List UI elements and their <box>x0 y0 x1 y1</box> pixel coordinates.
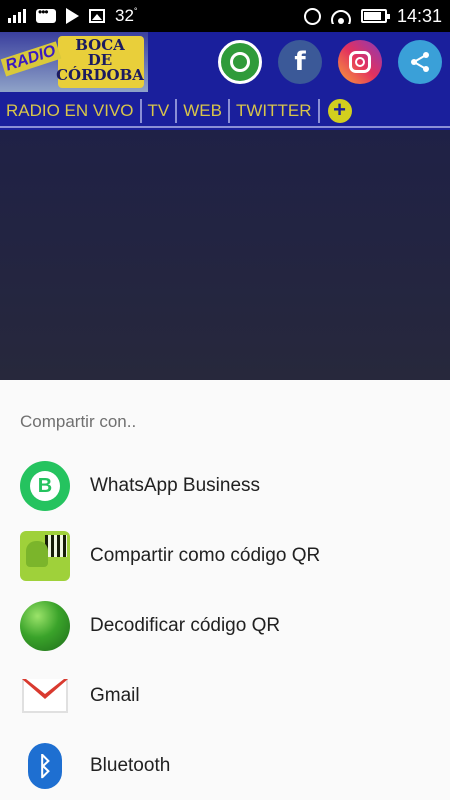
share-option-bluetooth[interactable]: ᛒ Bluetooth <box>0 731 450 800</box>
radio-logo[interactable]: RADIO BOCA DE CÓRDOBA <box>0 32 148 92</box>
share-option-whatsapp-business[interactable]: B WhatsApp Business <box>0 451 450 521</box>
nav-divider <box>0 126 450 128</box>
tab-radio-en-vivo[interactable]: RADIO EN VIVO <box>6 99 142 123</box>
tab-web[interactable]: WEB <box>177 99 230 123</box>
content-area <box>0 130 450 380</box>
signal-icon <box>8 9 26 23</box>
share-option-qr-share[interactable]: Compartir como código QR <box>0 521 450 591</box>
instagram-icon <box>349 51 371 73</box>
share-option-qr-decode[interactable]: Decodificar código QR <box>0 591 450 661</box>
whatsapp-business-icon: B <box>20 461 70 511</box>
share-icon <box>411 52 429 72</box>
share-button[interactable] <box>398 40 442 84</box>
share-option-label: Gmail <box>90 685 140 706</box>
more-tabs-button[interactable]: + <box>327 99 352 123</box>
whatsapp-icon <box>230 52 250 72</box>
instagram-button[interactable] <box>338 40 382 84</box>
temperature: 32° <box>115 6 138 25</box>
globe-icon <box>20 601 70 651</box>
share-option-label: Decodificar código QR <box>90 615 281 636</box>
app-header: RADIO BOCA DE CÓRDOBA f RADIO EN VIVO TV… <box>0 32 450 130</box>
battery-icon <box>360 9 390 23</box>
bluetooth-icon: ᛒ <box>20 741 70 791</box>
facebook-button[interactable]: f <box>278 40 322 84</box>
nav-tabs: RADIO EN VIVO TV WEB TWITTER + <box>0 96 450 126</box>
gmail-icon <box>20 671 70 721</box>
whatsapp-button[interactable] <box>218 40 262 84</box>
wifi-icon <box>330 8 351 24</box>
logo-name: BOCA DE CÓRDOBA <box>56 36 144 84</box>
tab-tv[interactable]: TV <box>142 99 178 123</box>
clock: 14:31 <box>396 5 442 26</box>
share-option-label: WhatsApp Business <box>90 475 261 496</box>
share-sheet: Compartir con.. B WhatsApp Business Comp… <box>0 380 450 800</box>
tab-twitter[interactable]: TWITTER <box>230 99 320 123</box>
facebook-icon: f <box>294 47 306 77</box>
share-option-gmail[interactable]: Gmail <box>0 661 450 731</box>
play-icon <box>66 8 79 24</box>
share-option-label: Compartir como código QR <box>90 545 321 566</box>
image-icon <box>89 9 105 23</box>
share-option-label: Bluetooth <box>90 755 171 776</box>
share-sheet-title: Compartir con.. <box>20 412 137 431</box>
status-bar: 32° 14:31 <box>0 0 450 32</box>
alarm-icon <box>303 7 321 25</box>
message-icon <box>36 5 56 23</box>
qr-share-icon <box>20 531 70 581</box>
